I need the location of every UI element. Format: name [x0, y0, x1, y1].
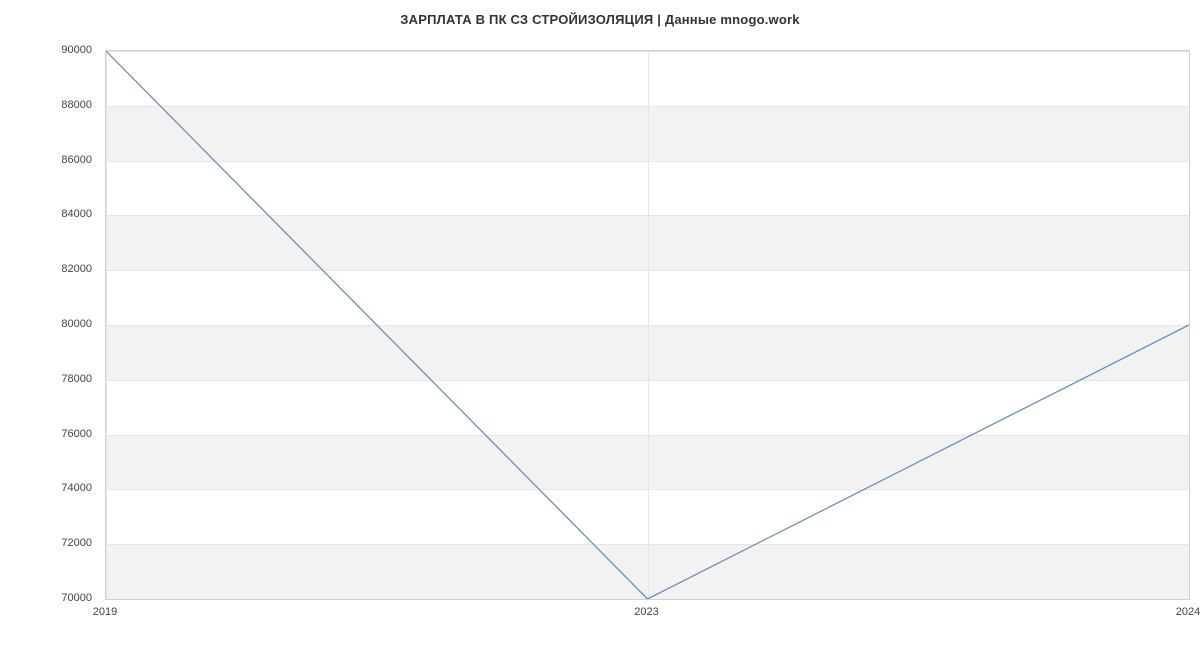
y-tick-label: 70000: [61, 592, 92, 604]
y-tick-label: 80000: [61, 318, 92, 330]
y-tick-label: 72000: [61, 537, 92, 549]
x-tick-label: 2024: [1176, 606, 1200, 618]
chart-title: ЗАРПЛАТА В ПК СЗ СТРОЙИЗОЛЯЦИЯ | Данные …: [0, 12, 1200, 27]
y-tick-label: 88000: [61, 99, 92, 111]
y-axis: 7000072000740007600078000800008200084000…: [0, 50, 100, 600]
y-tick-label: 74000: [61, 482, 92, 494]
x-tick-label: 2023: [634, 606, 658, 618]
chart-container: ЗАРПЛАТА В ПК СЗ СТРОЙИЗОЛЯЦИЯ | Данные …: [0, 0, 1200, 650]
y-tick-label: 84000: [61, 208, 92, 220]
y-tick-label: 82000: [61, 263, 92, 275]
x-tick-label: 2019: [93, 606, 117, 618]
x-gridline: [1189, 51, 1190, 599]
y-tick-label: 76000: [61, 428, 92, 440]
y-tick-label: 86000: [61, 154, 92, 166]
series-line: [106, 51, 1189, 599]
y-tick-label: 90000: [61, 44, 92, 56]
x-axis: 201920232024: [105, 600, 1190, 630]
plot-area: [105, 50, 1190, 600]
y-tick-label: 78000: [61, 373, 92, 385]
line-svg: [106, 51, 1189, 599]
